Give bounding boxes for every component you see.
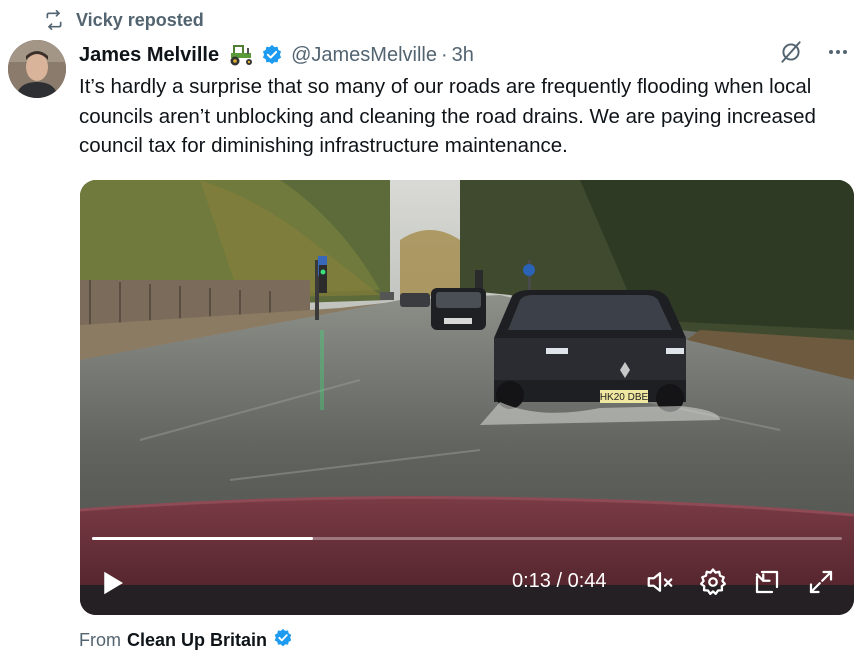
video-source: From Clean Up Britain — [79, 628, 293, 653]
video-controls: 0:13 / 0:44 — [80, 562, 854, 602]
tractor-icon — [227, 44, 255, 66]
license-plate: HK20 DBE — [600, 392, 649, 403]
verified-badge-icon — [261, 44, 283, 66]
repost-icon — [44, 10, 64, 30]
separator-dot: · — [440, 43, 448, 66]
source-name[interactable]: Clean Up Britain — [127, 630, 267, 651]
video-progress-fill — [92, 537, 314, 540]
author-name[interactable]: James Melville — [79, 44, 219, 67]
video-player[interactable]: HK20 DBE 0:13 / 0:44 — [80, 180, 854, 615]
settings-icon[interactable] — [698, 567, 728, 597]
post-time[interactable]: 3h — [452, 44, 474, 67]
avatar[interactable] — [8, 40, 66, 98]
source-prefix: From — [79, 630, 121, 650]
grok-icon[interactable] — [778, 39, 804, 71]
video-time-readout: 0:13 / 0:44 — [512, 570, 607, 592]
verified-badge-icon — [273, 628, 293, 653]
tweet-header: James Melville @JamesMelville · 3h — [79, 40, 856, 70]
more-options-icon[interactable] — [826, 40, 850, 70]
mute-icon[interactable] — [645, 567, 675, 597]
repost-context[interactable]: Vicky reposted — [44, 8, 204, 32]
tweet-text: It’s hardly a surprise that so many of o… — [79, 75, 816, 157]
pop-out-icon[interactable] — [752, 567, 782, 597]
repost-label: Vicky reposted — [76, 9, 204, 30]
play-icon[interactable] — [98, 568, 128, 598]
video-progress-bar[interactable] — [92, 537, 842, 540]
video-frame: HK20 DBE — [80, 180, 854, 615]
author-handle[interactable]: @JamesMelville — [291, 44, 437, 67]
fullscreen-icon[interactable] — [806, 567, 836, 597]
